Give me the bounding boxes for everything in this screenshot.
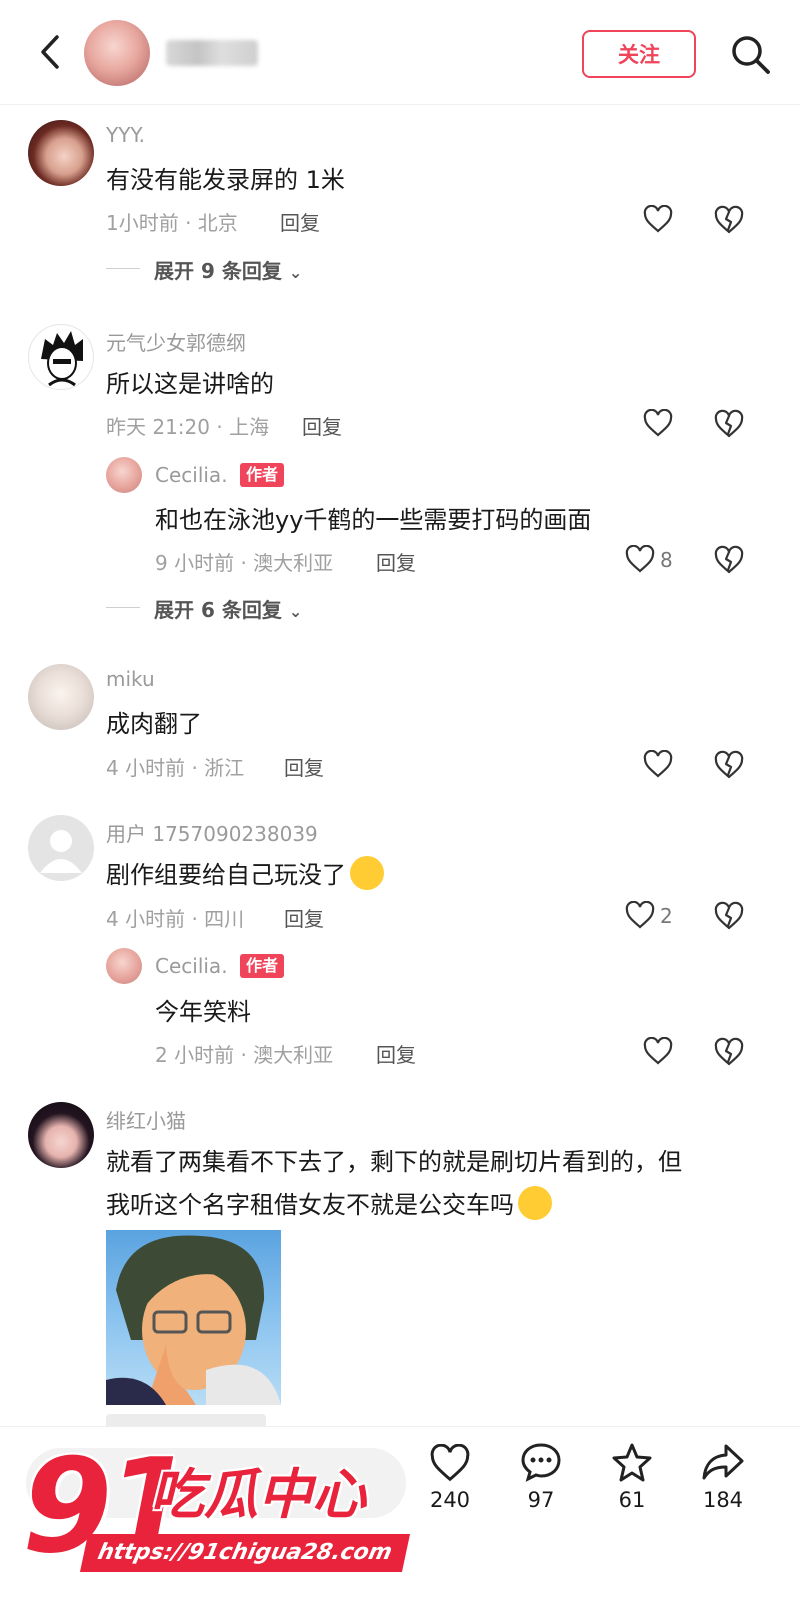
comment-username[interactable]: miku: [106, 667, 155, 691]
watermark-url: https://91chigua28.com: [79, 1534, 410, 1572]
search-icon: [732, 36, 770, 74]
avatar[interactable]: [28, 664, 94, 730]
broken-heart-icon[interactable]: [714, 545, 744, 575]
reply-button[interactable]: 回复: [302, 411, 342, 440]
reply-username[interactable]: Cecilia.: [155, 463, 228, 487]
share-action[interactable]: 184: [693, 1442, 753, 1512]
comment-username[interactable]: 用户 1757090238039: [106, 818, 318, 847]
avatar[interactable]: [28, 1102, 94, 1168]
heart-icon[interactable]: [643, 1037, 673, 1065]
expand-replies-label: 展开 6 条回复: [154, 598, 282, 622]
expand-replies-button[interactable]: 展开 9 条回复 ⌄: [154, 255, 302, 284]
like-count: 2: [660, 904, 673, 928]
reply-meta: 2 小时前 · 澳大利亚: [155, 1043, 334, 1067]
heart-icon[interactable]: [643, 409, 673, 437]
avatar[interactable]: [106, 948, 142, 984]
comment-text: 剧作组要给自己玩没了: [106, 855, 384, 893]
comment-text: 成肉翻了: [106, 710, 202, 738]
watermark-logo-text: 吃瓜中心: [150, 1463, 366, 1526]
favorite-action[interactable]: 61: [602, 1442, 662, 1512]
reply-button[interactable]: 回复: [280, 207, 320, 236]
reply-button[interactable]: 回复: [284, 752, 324, 781]
reply-meta: 9 小时前 · 澳大利亚: [155, 551, 334, 575]
star-icon: [612, 1443, 652, 1482]
chevron-left-icon: [41, 35, 59, 69]
broken-heart-icon[interactable]: [714, 1037, 744, 1067]
top-bar: 关注: [0, 0, 800, 105]
heart-icon[interactable]: [625, 545, 655, 573]
broken-heart-icon[interactable]: [714, 205, 744, 235]
comment-meta: 1小时前 · 北京: [106, 211, 238, 235]
divider: [106, 268, 140, 269]
truncated-comment-meta: [106, 1412, 746, 1426]
like-action[interactable]: 240: [420, 1443, 480, 1512]
anime-character-illustration: [106, 1235, 281, 1405]
avatar[interactable]: [28, 120, 94, 186]
comment-meta: 昨天 21:20 · 上海: [106, 415, 270, 439]
comment-username[interactable]: 元气少女郭德纲: [106, 327, 246, 356]
reply-button[interactable]: 回复: [376, 547, 416, 576]
comment-meta: 4 小时前 · 浙江: [106, 756, 245, 780]
winking-tongue-emoji-icon: [518, 1186, 552, 1220]
comment-username[interactable]: YYY.: [106, 123, 145, 147]
reply-button[interactable]: 回复: [284, 903, 324, 932]
comment-count: 97: [527, 1488, 555, 1512]
reply-button[interactable]: 回复: [376, 1039, 416, 1068]
divider: [106, 607, 140, 608]
expand-replies-button[interactable]: 展开 6 条回复 ⌄: [154, 594, 302, 623]
back-button[interactable]: [30, 30, 70, 74]
avatar[interactable]: [106, 457, 142, 493]
heart-icon[interactable]: [643, 750, 673, 778]
comment-text-content: 剧作组要给自己玩没了: [106, 861, 346, 889]
comment-meta: 4 小时前 · 四川: [106, 907, 245, 931]
author-avatar[interactable]: [84, 20, 150, 86]
broken-heart-icon[interactable]: [714, 750, 744, 780]
rofl-emoji-icon: [350, 856, 384, 890]
like-count: 240: [429, 1488, 471, 1512]
comment-username[interactable]: 绯红小猫: [106, 1105, 186, 1134]
broken-heart-icon[interactable]: [714, 901, 744, 931]
heart-icon[interactable]: [625, 901, 655, 929]
heart-icon: [430, 1443, 470, 1482]
author-badge: 作者: [240, 463, 285, 487]
favorite-count: 61: [618, 1488, 646, 1512]
like-count: 8: [660, 548, 673, 572]
broken-heart-icon[interactable]: [714, 409, 744, 439]
avatar-illustration: [41, 331, 83, 387]
author-name-blurred[interactable]: [166, 40, 258, 66]
user-silhouette-icon: [40, 830, 82, 873]
expand-replies-label: 展开 9 条回复: [154, 259, 282, 283]
comment-text-line: 就看了两集看不下去了，剩下的就是刷切片看到的，但: [106, 1148, 682, 1176]
default-avatar[interactable]: [28, 815, 94, 881]
avatar[interactable]: [28, 324, 94, 390]
comment-text: 有没有能发录屏的 1米: [106, 166, 345, 194]
comment-text: 所以这是讲啥的: [106, 370, 274, 398]
comment-image[interactable]: [106, 1230, 281, 1405]
reply-text: 和也在泳池yy千鹤的一些需要打码的画面: [155, 506, 592, 534]
heart-icon[interactable]: [643, 205, 673, 233]
reply-text: 今年笑料: [155, 998, 251, 1026]
comment-text-line: 我听这个名字租借女友不就是公交车吗: [106, 1185, 552, 1223]
comment-text-content: 我听这个名字租借女友不就是公交车吗: [106, 1191, 514, 1219]
share-count: 184: [702, 1488, 744, 1512]
speech-bubble-icon: [521, 1443, 561, 1482]
comment-action[interactable]: 97: [511, 1442, 571, 1512]
share-arrow-icon: [702, 1444, 744, 1480]
chevron-down-icon: ⌄: [288, 263, 303, 282]
chevron-down-icon: ⌄: [288, 602, 303, 621]
search-button[interactable]: [728, 32, 772, 76]
follow-button[interactable]: 关注: [582, 30, 696, 78]
author-badge: 作者: [240, 954, 285, 978]
reply-username[interactable]: Cecilia.: [155, 954, 228, 978]
